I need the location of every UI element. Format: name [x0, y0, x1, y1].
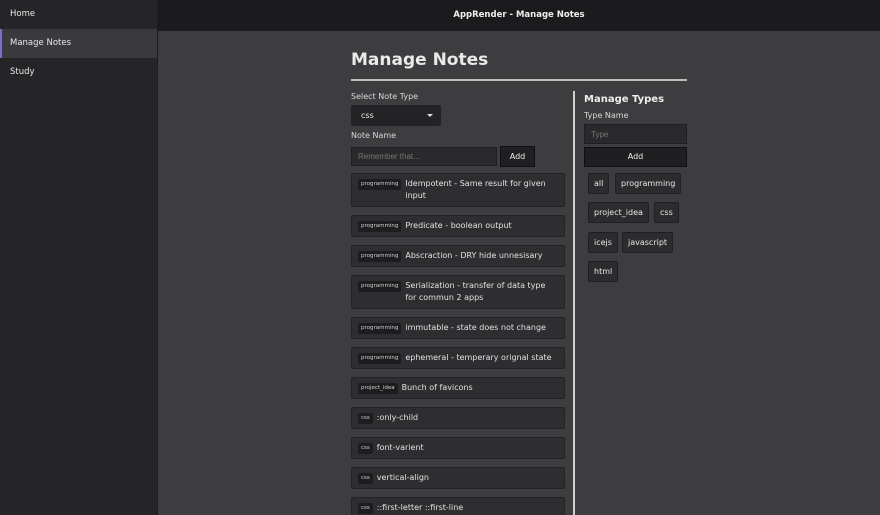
note-tag: programming	[358, 179, 402, 190]
type-name-input[interactable]	[584, 124, 687, 144]
note-item[interactable]: programming Serialization - transfer of …	[351, 275, 565, 309]
type-chip-all[interactable]: all	[588, 173, 610, 194]
note-text: Serialization - transfer of data type fo…	[405, 281, 546, 302]
note-tag: css	[358, 413, 373, 424]
note-tag: css	[358, 443, 373, 454]
note-type-select[interactable]: css	[351, 105, 441, 126]
type-chip-programming[interactable]: programming	[615, 173, 682, 194]
add-type-button[interactable]: Add	[584, 147, 687, 167]
section-divider	[573, 91, 575, 515]
note-name-label: Note Name	[351, 131, 397, 140]
note-item[interactable]: programming Predicate - boolean output	[351, 215, 565, 237]
note-tag: css	[358, 503, 373, 514]
note-tag: programming	[358, 323, 402, 334]
note-tag: project_idea	[358, 383, 398, 394]
type-chip-css[interactable]: css	[654, 202, 679, 223]
note-item[interactable]: css :only-child	[351, 407, 565, 429]
type-chip-html[interactable]: html	[588, 261, 619, 282]
type-chip-project-idea[interactable]: project_idea	[588, 202, 649, 223]
note-item[interactable]: project_idea Bunch of favicons	[351, 377, 565, 399]
page-title: Manage Notes	[351, 50, 489, 70]
note-item[interactable]: programming Idempotent - Same result for…	[351, 173, 565, 207]
type-chip-javascript[interactable]: javascript	[622, 232, 674, 253]
note-text: Bunch of favicons	[401, 383, 473, 392]
sidebar-item-manage-notes[interactable]: Manage Notes	[0, 29, 157, 58]
note-text: :only-child	[376, 413, 419, 422]
note-item[interactable]: css vertical-align	[351, 467, 565, 489]
sidebar-item-home[interactable]: Home	[0, 0, 157, 29]
add-note-button[interactable]: Add	[500, 146, 535, 167]
note-tag: css	[358, 473, 373, 484]
notes-list: programming Idempotent - Same result for…	[351, 173, 565, 515]
note-item[interactable]: css font-varient	[351, 437, 565, 459]
note-text: ::first-letter ::first-line	[376, 503, 464, 512]
sidebar: Home Manage Notes Study	[0, 0, 158, 515]
type-chip-icejs[interactable]: icejs	[588, 232, 618, 253]
note-item[interactable]: programming Abscraction - DRY hide unnes…	[351, 245, 565, 267]
note-text: font-varient	[376, 443, 424, 452]
chevron-down-icon	[427, 114, 433, 117]
note-type-label: Select Note Type	[351, 92, 419, 101]
note-text: Predicate - boolean output	[405, 221, 512, 230]
note-text: immutable - state does not change	[405, 323, 546, 332]
type-name-label: Type Name	[584, 111, 629, 120]
title-divider	[351, 79, 687, 81]
app-title-bar: AppRender - Manage Notes	[158, 0, 880, 31]
note-item[interactable]: programming immutable - state does not c…	[351, 317, 565, 339]
note-item[interactable]: css ::first-letter ::first-line	[351, 497, 565, 515]
note-item[interactable]: programming ephemeral - temperary origna…	[351, 347, 565, 369]
note-tag: programming	[358, 251, 402, 262]
sidebar-item-study[interactable]: Study	[0, 58, 157, 87]
note-tag: programming	[358, 221, 402, 232]
note-tag: programming	[358, 281, 402, 292]
note-text: ephemeral - temperary orignal state	[405, 353, 552, 362]
note-name-input[interactable]	[351, 147, 497, 166]
manage-types-title: Manage Types	[584, 94, 665, 105]
note-tag: programming	[358, 353, 402, 364]
note-type-value: css	[361, 111, 374, 120]
note-text: Abscraction - DRY hide unnesisary	[405, 251, 543, 260]
note-text: vertical-align	[376, 473, 429, 482]
note-text: Idempotent - Same result for given input	[405, 179, 546, 200]
